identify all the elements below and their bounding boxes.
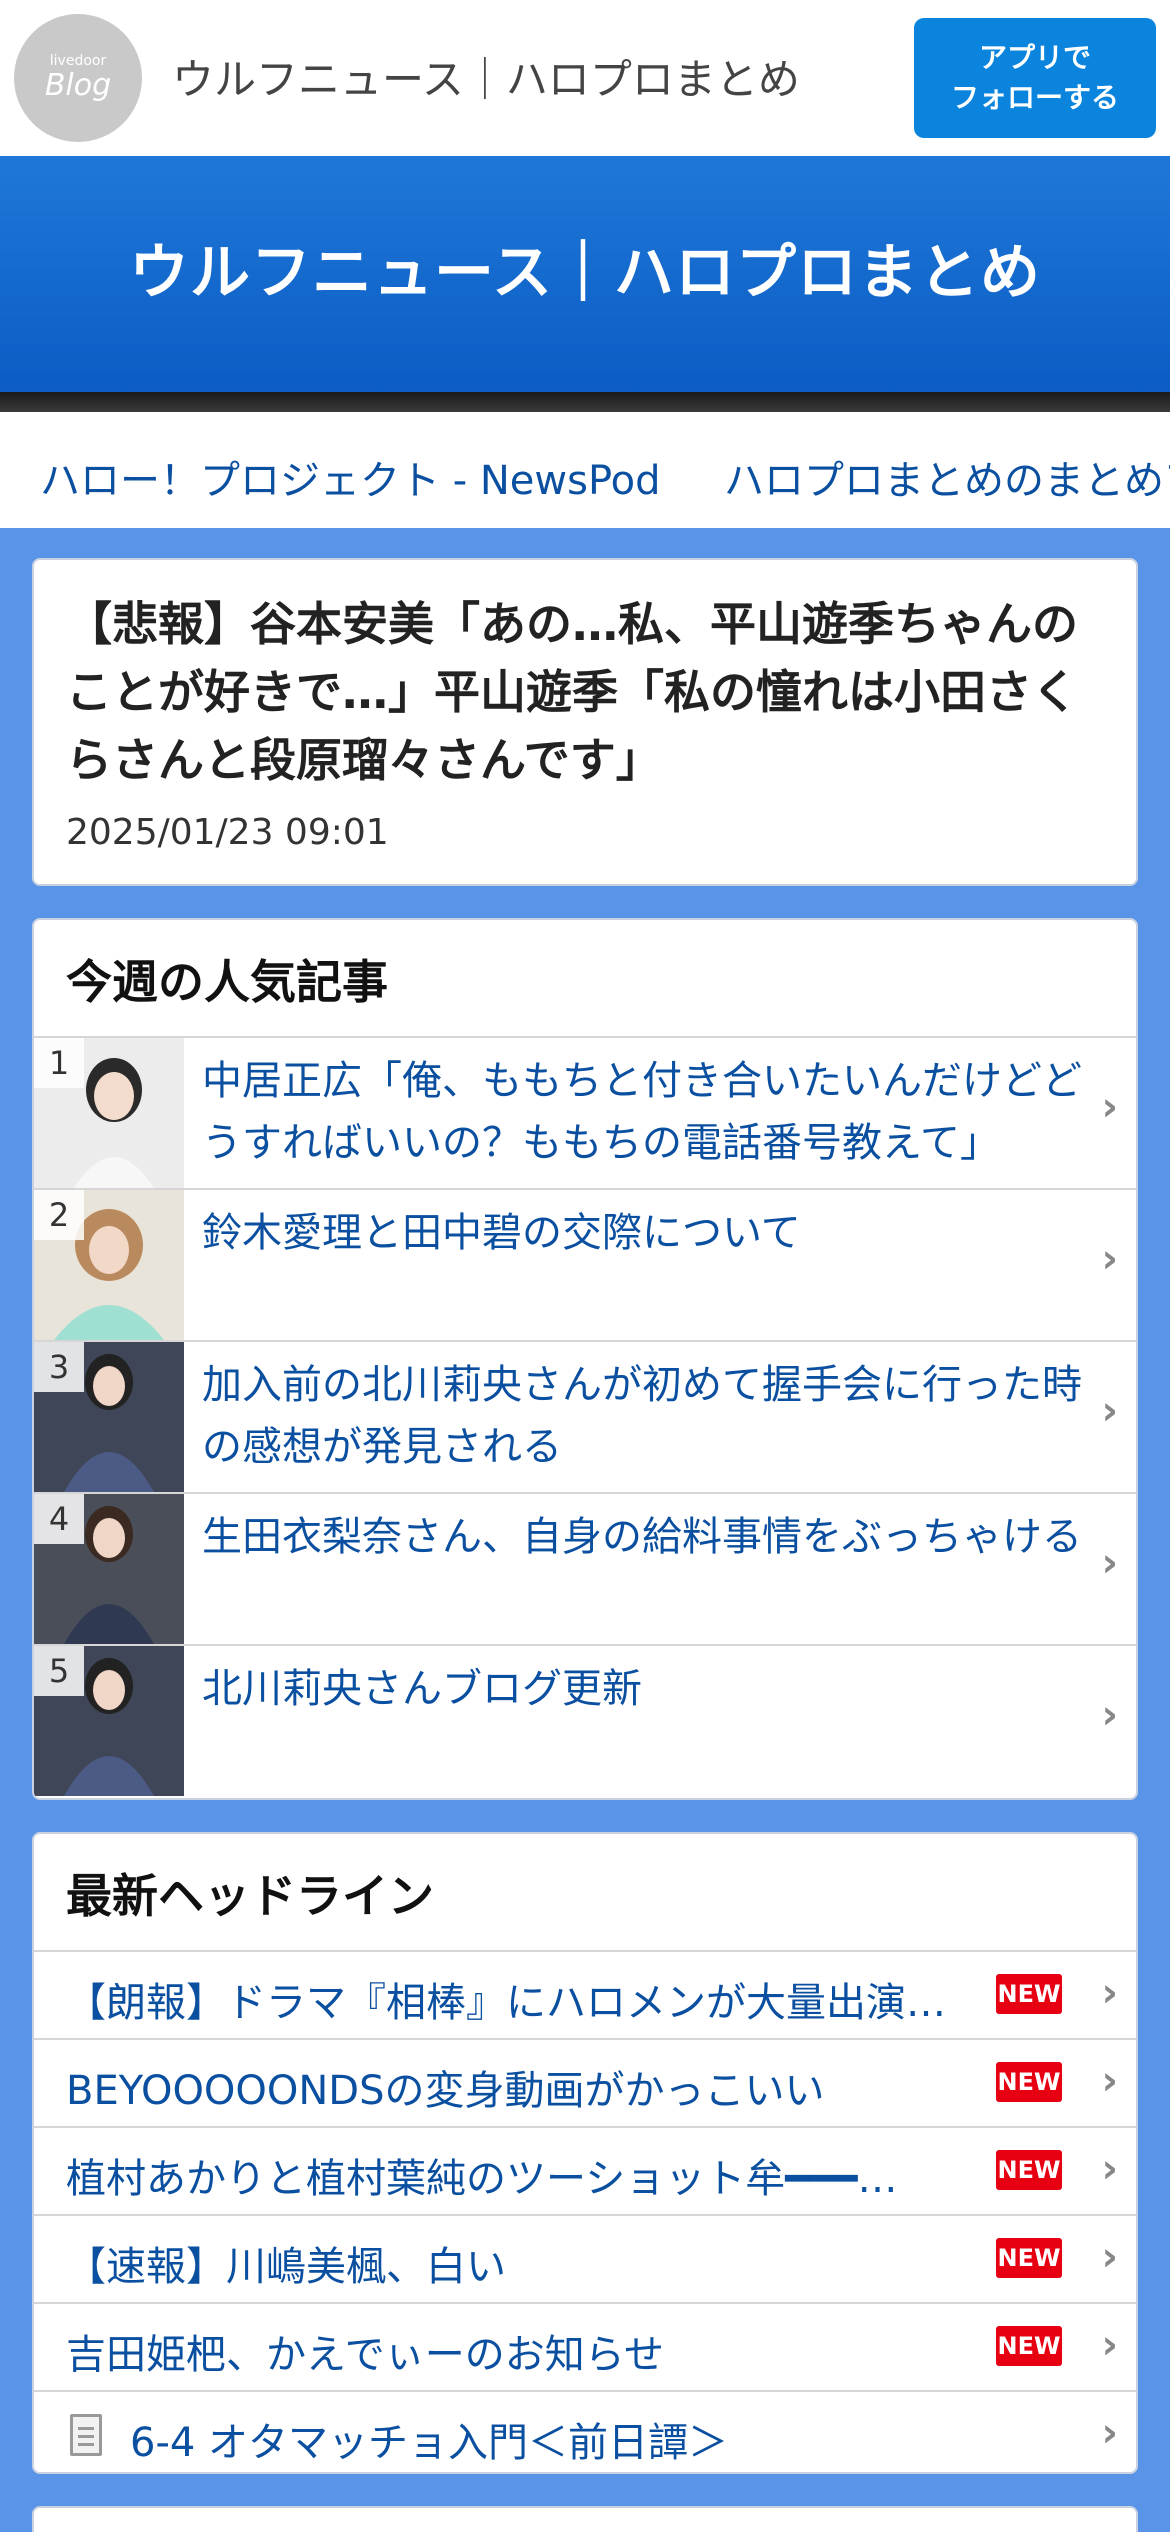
logo-small-text: livedoor bbox=[49, 53, 107, 69]
popular-item[interactable]: 4 生田衣梨奈さん、自身の給料事情をぶっちゃける › bbox=[34, 1492, 1136, 1644]
rank-number: 1 bbox=[34, 1038, 84, 1088]
rank-number: 4 bbox=[34, 1494, 84, 1544]
blog-banner[interactable]: ウルフニュース｜ハロプロまとめ bbox=[0, 156, 1170, 392]
rank-number: 2 bbox=[34, 1190, 84, 1240]
chevron-right-icon: › bbox=[1101, 1084, 1118, 1130]
headline-title[interactable]: BEYOOOOONDSの変身動画がかっこいい bbox=[66, 2058, 996, 2116]
new-badge: NEW bbox=[996, 2238, 1062, 2278]
related-links-strip[interactable]: ハロー！プロジェクト - NewsPod ハロプロまとめのまとめアンテナ bbox=[0, 412, 1170, 528]
new-badge: NEW bbox=[996, 2150, 1062, 2190]
popular-item[interactable]: 5 北川莉央さんブログ更新 › bbox=[34, 1644, 1136, 1796]
rank-number: 5 bbox=[34, 1646, 84, 1696]
popular-articles-card: 今週の人気記事 1 中居正広「俺、ももちと付き合いたいんだけどどうすればいいの？… bbox=[32, 918, 1138, 1800]
logo-big-text: Blog bbox=[44, 68, 112, 103]
follow-button-line1: アプリで bbox=[978, 41, 1091, 74]
popular-item-title[interactable]: 加入前の北川莉央さんが初めて握手会に行った時の感想が発見される bbox=[202, 1354, 1082, 1478]
livedoor-blog-logo[interactable]: livedoor Blog bbox=[14, 14, 142, 142]
chevron-right-icon: › bbox=[1101, 1388, 1118, 1434]
chevron-right-icon: › bbox=[1101, 2146, 1118, 2192]
article-header-card: 【悲報】谷本安美「あの…私、平山遊季ちゃんのことが好きで…」平山遊季「私の憧れは… bbox=[32, 558, 1138, 886]
article-thumbnail: 2 bbox=[34, 1190, 184, 1340]
headline-title[interactable]: 【朗報】ドラマ『相棒』にハロメンが大量出演… bbox=[66, 1970, 996, 2028]
headline-item[interactable]: 吉田姫杷、かえでぃーのお知らせ NEW › bbox=[34, 2302, 1136, 2390]
article-thumbnail: 5 bbox=[34, 1646, 184, 1796]
article-thumbnail: 3 bbox=[34, 1342, 184, 1492]
headline-item[interactable]: 【朗報】ドラマ『相棒』にハロメンが大量出演… NEW › bbox=[34, 1950, 1136, 2038]
headline-title[interactable]: 6-4 オタマッチョ入門＜前日譚＞ bbox=[130, 2410, 1060, 2468]
document-icon bbox=[70, 2414, 102, 2456]
chevron-right-icon: › bbox=[1101, 1540, 1118, 1586]
nav-link-antenna[interactable]: ハロプロまとめのまとめアンテナ bbox=[724, 448, 1170, 506]
headline-title[interactable]: 吉田姫杷、かえでぃーのお知らせ bbox=[66, 2322, 996, 2380]
follow-in-app-button[interactable]: アプリで フォローする bbox=[914, 18, 1156, 138]
headline-title[interactable]: 植村あかりと植村葉純のツーショット牟━━━… bbox=[66, 2146, 996, 2204]
article-date: 2025/01/23 09:01 bbox=[66, 812, 389, 853]
rank-number: 3 bbox=[34, 1342, 84, 1392]
popular-item-title[interactable]: 生田衣梨奈さん、自身の給料事情をぶっちゃける bbox=[202, 1506, 1082, 1568]
popular-item-title[interactable]: 鈴木愛理と田中碧の交際について bbox=[202, 1202, 1082, 1264]
banner-divider bbox=[0, 392, 1170, 412]
chevron-right-icon: › bbox=[1101, 2410, 1118, 2456]
chevron-right-icon: › bbox=[1101, 2058, 1118, 2104]
follow-button-line2: フォローする bbox=[950, 81, 1119, 114]
site-name[interactable]: ウルフニュース｜ハロプロまとめ bbox=[172, 46, 800, 107]
chevron-right-icon: › bbox=[1101, 1236, 1118, 1282]
chevron-right-icon: › bbox=[1101, 2234, 1118, 2280]
latest-headlines-card: 最新ヘッドライン 【朗報】ドラマ『相棒』にハロメンが大量出演… NEW › BE… bbox=[32, 1832, 1138, 2474]
nav-link-newspod[interactable]: ハロー！プロジェクト - NewsPod bbox=[40, 448, 661, 506]
popular-item[interactable]: 1 中居正広「俺、ももちと付き合いたいんだけどどうすればいいの？ももちの電話番号… bbox=[34, 1036, 1136, 1188]
popular-item-title[interactable]: 北川莉央さんブログ更新 bbox=[202, 1658, 1082, 1720]
headlines-section-title: 最新ヘッドライン bbox=[66, 1869, 434, 1923]
popular-item-title[interactable]: 中居正広「俺、ももちと付き合いたいんだけどどうすればいいの？ももちの電話番号教え… bbox=[202, 1050, 1082, 1174]
headline-item[interactable]: 植村あかりと植村葉純のツーショット牟━━━… NEW › bbox=[34, 2126, 1136, 2214]
headline-title[interactable]: 【速報】川嶋美楓、白い bbox=[66, 2234, 996, 2292]
next-card-partial bbox=[32, 2506, 1138, 2532]
chevron-right-icon: › bbox=[1101, 1692, 1118, 1738]
headline-item[interactable]: 6-4 オタマッチョ入門＜前日譚＞ › bbox=[34, 2390, 1136, 2472]
popular-section-title: 今週の人気記事 bbox=[66, 955, 388, 1009]
chevron-right-icon: › bbox=[1101, 2322, 1118, 2368]
new-badge: NEW bbox=[996, 2062, 1062, 2102]
article-thumbnail: 4 bbox=[34, 1494, 184, 1644]
headline-item[interactable]: BEYOOOOONDSの変身動画がかっこいい NEW › bbox=[34, 2038, 1136, 2126]
popular-item[interactable]: 3 加入前の北川莉央さんが初めて握手会に行った時の感想が発見される › bbox=[34, 1340, 1136, 1492]
chevron-right-icon: › bbox=[1101, 1970, 1118, 2016]
banner-title: ウルフニュース｜ハロプロまとめ bbox=[129, 237, 1041, 308]
popular-item[interactable]: 2 鈴木愛理と田中碧の交際について › bbox=[34, 1188, 1136, 1340]
article-thumbnail: 1 bbox=[34, 1038, 184, 1188]
article-title[interactable]: 【悲報】谷本安美「あの…私、平山遊季ちゃんのことが好きで…」平山遊季「私の憧れは… bbox=[66, 590, 1106, 794]
headline-item[interactable]: 【速報】川嶋美楓、白い NEW › bbox=[34, 2214, 1136, 2302]
top-bar: livedoor Blog ウルフニュース｜ハロプロまとめ アプリで フォローす… bbox=[0, 0, 1170, 156]
new-badge: NEW bbox=[996, 1974, 1062, 2014]
new-badge: NEW bbox=[996, 2326, 1062, 2366]
